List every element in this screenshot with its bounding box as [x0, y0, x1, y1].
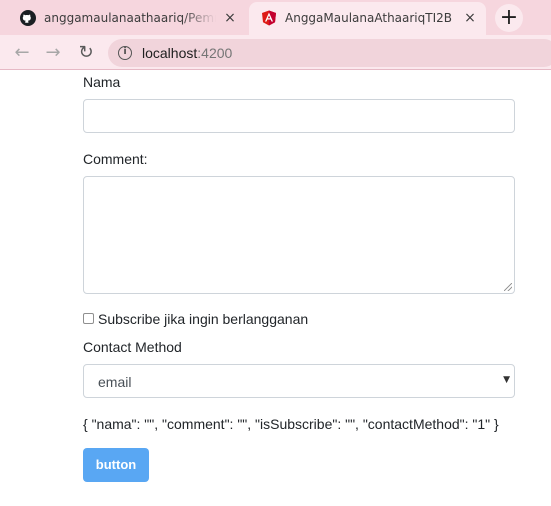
nama-input[interactable]: [83, 99, 515, 133]
contact-method-value: email: [98, 374, 132, 390]
resize-grip-icon[interactable]: [504, 283, 512, 291]
new-tab-button[interactable]: +: [495, 4, 523, 32]
address-bar[interactable]: i localhost:4200: [108, 39, 551, 67]
contact-method-select[interactable]: email ▼: [83, 364, 515, 398]
reload-icon[interactable]: ↻: [75, 42, 97, 64]
tab-strip: anggamaulanaathaariq/Pemrogra × AnggaMau…: [0, 0, 551, 35]
json-output: { "nama": "", "comment": "", "isSubscrib…: [83, 416, 499, 432]
comment-label: Comment:: [83, 151, 148, 167]
url-port: :4200: [197, 45, 233, 61]
tab-angular-app[interactable]: AnggaMaulanaAthaariqTI2B ×: [249, 2, 486, 35]
angular-icon: [262, 10, 276, 26]
comment-textarea[interactable]: [83, 176, 515, 294]
tab-title: AnggaMaulanaAthaariqTI2B: [285, 11, 452, 25]
nama-label: Nama: [83, 74, 121, 90]
url-text[interactable]: localhost:4200: [142, 45, 232, 61]
subscribe-label: Subscribe jika ingin berlangganan: [98, 311, 309, 327]
close-icon[interactable]: ×: [462, 10, 478, 26]
url-host: localhost: [142, 45, 198, 61]
subscribe-checkbox[interactable]: [83, 313, 94, 324]
tab-github[interactable]: anggamaulanaathaariq/Pemrogra ×: [8, 2, 246, 35]
info-icon[interactable]: i: [118, 46, 132, 60]
forward-arrow-icon[interactable]: →: [42, 42, 64, 64]
contact-method-label: Contact Method: [83, 339, 182, 355]
browser-toolbar: ← → ↻ i localhost:4200: [0, 35, 551, 70]
chevron-down-icon: ▼: [503, 375, 510, 385]
github-icon: [20, 10, 36, 26]
back-arrow-icon[interactable]: ←: [11, 42, 33, 64]
tab-title: anggamaulanaathaariq/Pemrogra: [44, 11, 216, 25]
submit-button[interactable]: button: [83, 448, 149, 482]
close-icon[interactable]: ×: [222, 10, 238, 26]
